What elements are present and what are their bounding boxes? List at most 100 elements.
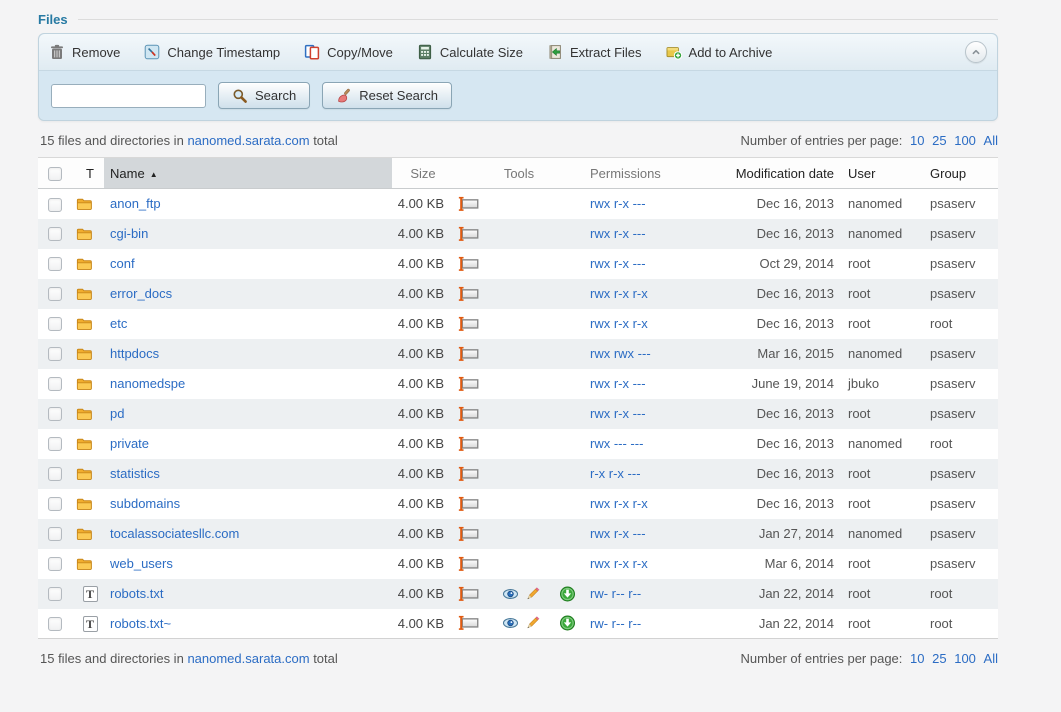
row-checkbox[interactable]	[48, 467, 62, 481]
column-header-group[interactable]: Group	[916, 158, 998, 189]
permissions-link[interactable]: rwx --- ---	[590, 436, 643, 451]
row-checkbox[interactable]	[48, 287, 62, 301]
permissions-link[interactable]: rw- r-- r--	[590, 586, 641, 601]
column-header-name[interactable]: Name▲	[104, 158, 392, 189]
row-checkbox[interactable]	[48, 557, 62, 571]
row-checkbox[interactable]	[48, 317, 62, 331]
rename-icon[interactable]	[458, 256, 478, 272]
modification-date: Oct 29, 2014	[692, 249, 840, 279]
search-input[interactable]	[51, 84, 206, 108]
permissions-link[interactable]: rwx r-x ---	[590, 256, 646, 271]
permissions-link[interactable]: rwx rwx ---	[590, 346, 651, 361]
permissions-link[interactable]: r-x r-x ---	[590, 466, 641, 481]
rename-icon[interactable]	[458, 346, 478, 362]
row-checkbox[interactable]	[48, 437, 62, 451]
rename-icon[interactable]	[458, 466, 478, 482]
file-name-link[interactable]: cgi-bin	[110, 226, 148, 241]
file-name-link[interactable]: etc	[110, 316, 127, 331]
row-checkbox[interactable]	[48, 527, 62, 541]
row-checkbox[interactable]	[48, 587, 62, 601]
per-page-option-10[interactable]: 10	[910, 133, 924, 148]
brush-icon	[336, 88, 352, 104]
column-header-user[interactable]: User	[840, 158, 916, 189]
row-checkbox[interactable]	[48, 347, 62, 361]
search-button[interactable]: Search	[218, 82, 310, 109]
file-count-prefix: 15 files and directories in	[40, 651, 184, 666]
column-header-modification-date[interactable]: Modification date	[692, 158, 840, 189]
file-name-link[interactable]: robots.txt~	[110, 616, 171, 631]
eye-icon[interactable]	[502, 586, 519, 602]
rename-icon[interactable]	[458, 436, 478, 452]
rename-icon[interactable]	[458, 196, 478, 212]
row-checkbox[interactable]	[48, 377, 62, 391]
per-page-option-25[interactable]: 25	[932, 651, 946, 666]
rename-icon[interactable]	[458, 586, 478, 602]
add-to-archive-button[interactable]: Add to Archive	[666, 44, 773, 60]
collapse-toolbar-button[interactable]	[965, 41, 987, 63]
file-name-link[interactable]: web_users	[110, 556, 173, 571]
folder-icon	[76, 556, 104, 572]
file-name-link[interactable]: nanomedspe	[110, 376, 185, 391]
rename-icon[interactable]	[458, 615, 478, 631]
rename-icon[interactable]	[458, 226, 478, 242]
copy-move-button[interactable]: Copy/Move	[304, 44, 393, 60]
file-group: psaserv	[916, 399, 998, 429]
download-icon[interactable]	[559, 615, 576, 631]
file-size: 4.00 KB	[392, 279, 454, 309]
rename-icon[interactable]	[458, 496, 478, 512]
permissions-link[interactable]: rwx r-x ---	[590, 526, 646, 541]
permissions-link[interactable]: rwx r-x r-x	[590, 496, 648, 511]
calculate-size-button[interactable]: Calculate Size	[417, 44, 523, 60]
rename-icon[interactable]	[458, 526, 478, 542]
file-size: 4.00 KB	[392, 339, 454, 369]
row-checkbox[interactable]	[48, 257, 62, 271]
row-checkbox[interactable]	[48, 617, 62, 631]
bottom-summary-row: 15 files and directories in nanomed.sara…	[38, 651, 998, 666]
file-name-link[interactable]: anon_ftp	[110, 196, 161, 211]
row-checkbox[interactable]	[48, 227, 62, 241]
permissions-link[interactable]: rw- r-- r--	[590, 616, 641, 631]
file-name-link[interactable]: conf	[110, 256, 135, 271]
file-name-link[interactable]: robots.txt	[110, 586, 163, 601]
rename-icon[interactable]	[458, 556, 478, 572]
permissions-link[interactable]: rwx r-x ---	[590, 376, 646, 391]
permissions-link[interactable]: rwx r-x ---	[590, 196, 646, 211]
per-page-option-10[interactable]: 10	[910, 651, 924, 666]
permissions-link[interactable]: rwx r-x r-x	[590, 556, 648, 571]
row-checkbox[interactable]	[48, 198, 62, 212]
permissions-link[interactable]: rwx r-x ---	[590, 226, 646, 241]
rename-icon[interactable]	[458, 406, 478, 422]
per-page-option-100[interactable]: 100	[954, 651, 976, 666]
table-row: tocalassociatesllc.com4.00 KBrwx r-x ---…	[38, 519, 998, 549]
download-icon[interactable]	[559, 586, 576, 602]
eye-icon[interactable]	[502, 615, 519, 631]
select-all-checkbox[interactable]	[48, 167, 62, 181]
rename-icon[interactable]	[458, 286, 478, 302]
row-checkbox[interactable]	[48, 407, 62, 421]
file-name-link[interactable]: httpdocs	[110, 346, 159, 361]
file-name-link[interactable]: private	[110, 436, 149, 451]
domain-link[interactable]: nanomed.sarata.com	[187, 651, 309, 666]
permissions-link[interactable]: rwx r-x r-x	[590, 316, 648, 331]
change-timestamp-button[interactable]: Change Timestamp	[144, 44, 280, 60]
per-page-option-25[interactable]: 25	[932, 133, 946, 148]
file-name-link[interactable]: statistics	[110, 466, 160, 481]
file-name-link[interactable]: pd	[110, 406, 124, 421]
rename-icon[interactable]	[458, 376, 478, 392]
per-page-option-100[interactable]: 100	[954, 133, 976, 148]
domain-link[interactable]: nanomed.sarata.com	[187, 133, 309, 148]
pencil-icon[interactable]	[524, 615, 541, 631]
pencil-icon[interactable]	[524, 586, 541, 602]
row-checkbox[interactable]	[48, 497, 62, 511]
per-page-option-all[interactable]: All	[984, 133, 998, 148]
file-name-link[interactable]: error_docs	[110, 286, 172, 301]
rename-icon[interactable]	[458, 316, 478, 332]
permissions-link[interactable]: rwx r-x ---	[590, 406, 646, 421]
remove-button[interactable]: Remove	[49, 44, 120, 60]
file-name-link[interactable]: subdomains	[110, 496, 180, 511]
permissions-link[interactable]: rwx r-x r-x	[590, 286, 648, 301]
file-name-link[interactable]: tocalassociatesllc.com	[110, 526, 239, 541]
reset-search-button[interactable]: Reset Search	[322, 82, 452, 109]
per-page-option-all[interactable]: All	[984, 651, 998, 666]
extract-files-button[interactable]: Extract Files	[547, 44, 642, 60]
